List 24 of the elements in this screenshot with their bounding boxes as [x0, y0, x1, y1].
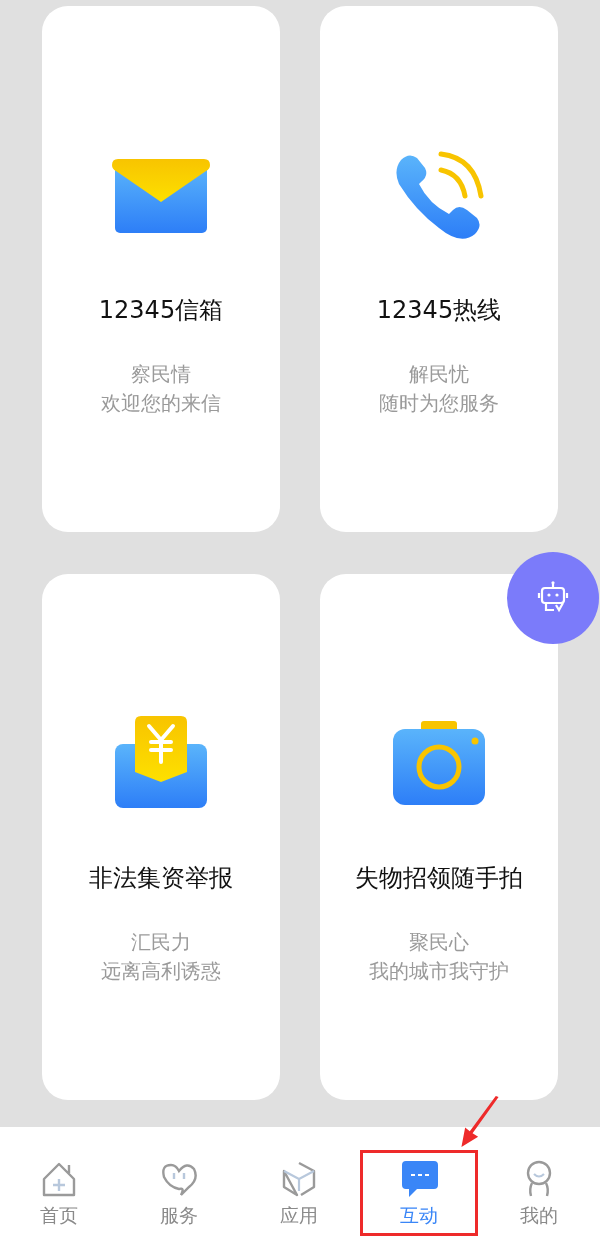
- service-card[interactable]: 失物招领随手拍 聚民心 我的城市我守护: [320, 574, 558, 1100]
- service-card[interactable]: 非法集资举报 汇民力 远离高利诱惑: [42, 574, 280, 1100]
- tab[interactable]: 首页: [0, 1150, 118, 1236]
- card-subtitle: 察民情: [131, 361, 191, 388]
- card-subtitle: 远离高利诱惑: [101, 958, 221, 985]
- card-subtitle: 我的城市我守护: [369, 958, 509, 985]
- tab[interactable]: 我的: [480, 1150, 598, 1236]
- tab[interactable]: 服务: [120, 1150, 238, 1236]
- card-subtitle: 解民忧: [409, 361, 469, 388]
- card-title: 12345信箱: [98, 295, 224, 326]
- envelope-icon: [112, 159, 210, 233]
- card-title: 12345热线: [376, 295, 502, 326]
- card-subtitle: 聚民心: [409, 929, 469, 956]
- tab[interactable]: 应用: [240, 1150, 358, 1236]
- card-subtitle: 欢迎您的来信: [101, 390, 221, 417]
- tab[interactable]: 互动: [360, 1150, 478, 1236]
- card-subtitle: 随时为您服务: [379, 390, 499, 417]
- service-card[interactable]: 12345信箱 察民情 欢迎您的来信: [42, 6, 280, 532]
- chat-bubble-icon: [399, 1159, 439, 1199]
- service-card[interactable]: 12345热线 解民忧 随时为您服务: [320, 6, 558, 532]
- card-title: 失物招领随手拍: [355, 863, 523, 894]
- camera-icon: [391, 721, 487, 807]
- card-subtitle: 汇民力: [131, 929, 191, 956]
- card-title: 非法集资举报: [89, 863, 233, 894]
